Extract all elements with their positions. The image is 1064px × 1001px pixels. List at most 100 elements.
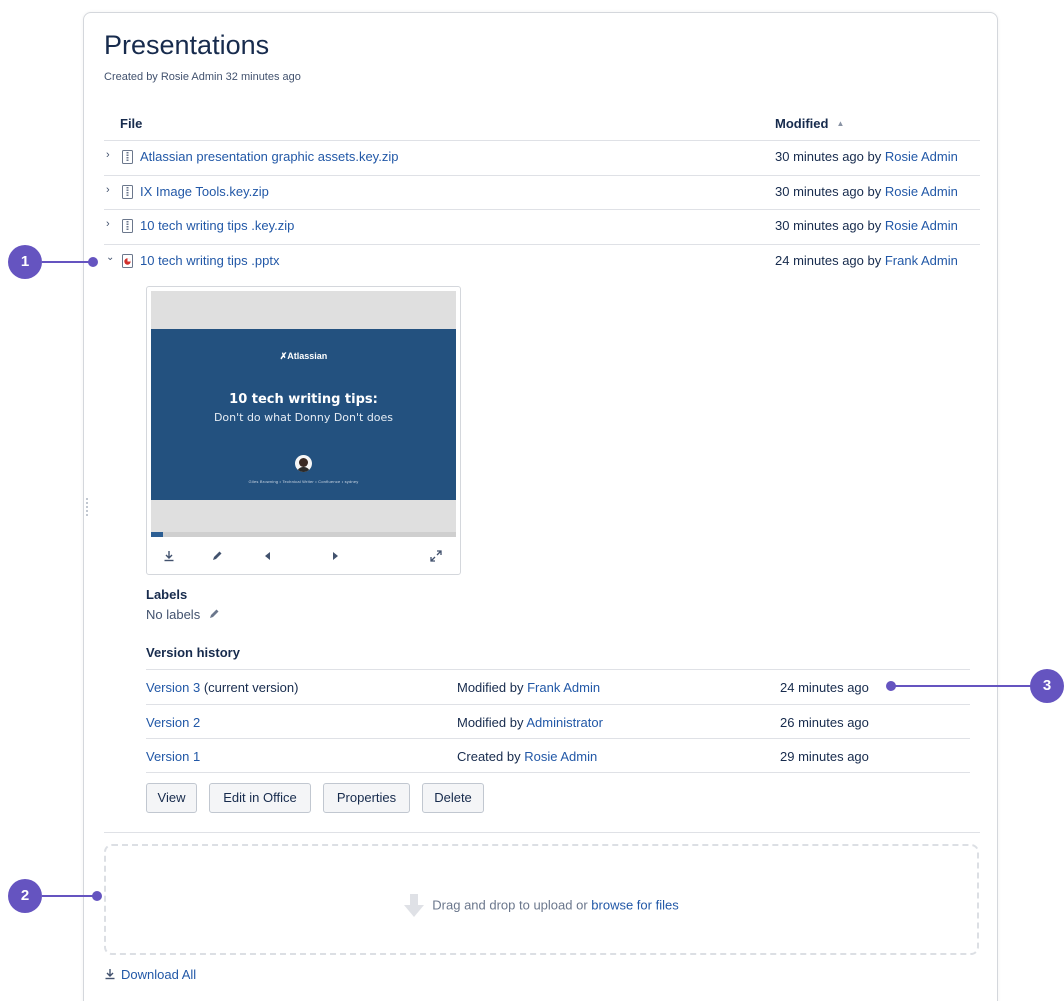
user-link[interactable]: Frank Admin (527, 680, 600, 695)
preview-letterbox-top (151, 291, 456, 329)
version-name: Version 3 (current version) (146, 680, 298, 695)
next-slide-icon[interactable] (327, 549, 345, 567)
modified-text: 30 minutes ago by (775, 149, 885, 164)
powerpoint-file-icon (122, 254, 133, 268)
file-modified: 30 minutes ago by Rosie Admin (775, 218, 958, 233)
chevron-right-icon[interactable]: › (106, 218, 116, 230)
slide-brand: ✗Atlassian (279, 351, 328, 361)
callout-dot-2 (92, 891, 102, 901)
file-modified: 30 minutes ago by Rosie Admin (775, 149, 958, 164)
callout-connector-3 (892, 685, 1032, 687)
file-preview[interactable]: ✗Atlassian 10 tech writing tips: Don't d… (146, 286, 461, 575)
version-suffix: (current version) (200, 680, 299, 695)
slide-footer: Giles Browning • Technical Writer • Conf… (248, 479, 359, 484)
presenter-avatar (295, 455, 312, 472)
version-name: Version 2 (146, 715, 200, 730)
version-action: Modified by (457, 715, 527, 730)
user-link[interactable]: Administrator (526, 715, 603, 730)
user-link[interactable]: Rosie Admin (885, 218, 958, 233)
version-author: Created by Rosie Admin (457, 749, 597, 764)
sort-ascending-icon: ▲ (836, 119, 845, 128)
dropzone-text: Drag and drop to upload or browse for fi… (106, 894, 977, 918)
version-link[interactable]: Version 1 (146, 749, 200, 764)
version-link[interactable]: Version 3 (146, 680, 200, 695)
modified-column-header[interactable]: Modified ▲ (775, 116, 844, 131)
download-all-link[interactable]: Download All (104, 967, 196, 982)
file-row-expanded[interactable]: ⌄ 10 tech writing tips .pptx 24 minutes … (104, 245, 980, 279)
version-author: Modified by Frank Admin (457, 680, 600, 695)
zip-file-icon (122, 185, 133, 199)
page-title: Presentations (104, 30, 270, 60)
previous-slide-icon[interactable] (258, 549, 276, 567)
download-icon[interactable] (160, 549, 178, 567)
view-button[interactable]: View (146, 783, 197, 813)
version-row: Version 2 Modified by Administrator 26 m… (146, 705, 970, 739)
callout-badge-2: 2 (8, 879, 42, 913)
file-modified: 30 minutes ago by Rosie Admin (775, 184, 958, 199)
delete-button[interactable]: Delete (422, 783, 484, 813)
slide-progress-bar[interactable] (151, 532, 456, 537)
slide-progress-fill (151, 532, 164, 537)
divider (104, 832, 980, 833)
page-byline: Created by Rosie Admin 32 minutes ago (104, 71, 301, 83)
version-name: Version 1 (146, 749, 200, 764)
file-modified: 24 minutes ago by Frank Admin (775, 253, 958, 268)
download-icon (105, 969, 115, 980)
fullscreen-icon[interactable] (427, 549, 445, 567)
version-action: Modified by (457, 680, 528, 695)
callout-badge-3: 3 (1030, 669, 1064, 703)
callout-connector-1 (42, 261, 92, 263)
modified-text: 30 minutes ago by (775, 218, 885, 233)
file-name-link[interactable]: 10 tech writing tips .pptx (140, 253, 279, 268)
labels-heading: Labels (146, 587, 188, 602)
user-link[interactable]: Rosie Admin (885, 149, 958, 164)
slide-thumbnail[interactable]: ✗Atlassian 10 tech writing tips: Don't d… (151, 329, 456, 500)
file-name-link[interactable]: Atlassian presentation graphic assets.ke… (140, 149, 398, 164)
zip-file-icon (122, 219, 133, 233)
properties-button[interactable]: Properties (323, 783, 410, 813)
file-row[interactable]: › IX Image Tools.key.zip 30 minutes ago … (104, 176, 980, 210)
user-link[interactable]: Frank Admin (885, 253, 958, 268)
chevron-right-icon[interactable]: › (106, 184, 116, 196)
upload-arrow-icon (404, 894, 425, 917)
callout-connector-2 (42, 895, 97, 897)
version-link[interactable]: Version 2 (146, 715, 200, 730)
file-column-header[interactable]: File (120, 116, 142, 131)
dropzone-label: Drag and drop to upload or (432, 897, 592, 913)
download-all-label[interactable]: Download All (121, 967, 196, 982)
version-time: 24 minutes ago (780, 680, 869, 695)
version-time: 26 minutes ago (780, 715, 869, 730)
version-time: 29 minutes ago (780, 749, 869, 764)
modified-text: 30 minutes ago by (775, 184, 885, 199)
divider (146, 772, 970, 773)
modified-column-label: Modified (775, 116, 829, 131)
chevron-down-icon[interactable]: ⌄ (106, 252, 116, 263)
version-action: Created by (457, 749, 525, 764)
version-author: Modified by Administrator (457, 715, 603, 730)
zip-file-icon (122, 150, 133, 164)
no-labels-text: No labels (146, 607, 201, 622)
version-history-heading: Version history (146, 645, 240, 660)
modified-text: 24 minutes ago by (775, 253, 885, 268)
file-name-link[interactable]: IX Image Tools.key.zip (140, 184, 269, 199)
callout-badge-1: 1 (8, 245, 42, 279)
version-row: Version 3 (current version) Modified by … (146, 670, 970, 704)
resize-grip[interactable] (86, 498, 89, 516)
chevron-right-icon[interactable]: › (106, 149, 116, 161)
edit-pencil-icon[interactable] (208, 549, 226, 567)
user-link[interactable]: Rosie Admin (885, 184, 958, 199)
slide-subtitle: Don't do what Donny Don't does (213, 411, 394, 424)
file-row[interactable]: › 10 tech writing tips .key.zip 30 minut… (104, 210, 980, 244)
file-column-label: File (120, 116, 143, 131)
file-row[interactable]: › Atlassian presentation graphic assets.… (104, 141, 980, 175)
upload-dropzone[interactable]: Drag and drop to upload or browse for fi… (104, 844, 979, 955)
labels-value: No labels (146, 607, 220, 622)
callout-dot-1 (88, 257, 98, 267)
edit-labels-pencil-icon[interactable] (208, 608, 220, 620)
edit-in-office-button[interactable]: Edit in Office (209, 783, 311, 813)
slide-title: 10 tech writing tips: (229, 392, 378, 407)
user-link[interactable]: Rosie Admin (524, 749, 597, 764)
version-row: Version 1 Created by Rosie Admin 29 minu… (146, 739, 970, 773)
browse-files-link[interactable]: browse for files (591, 897, 678, 912)
file-name-link[interactable]: 10 tech writing tips .key.zip (140, 218, 294, 233)
